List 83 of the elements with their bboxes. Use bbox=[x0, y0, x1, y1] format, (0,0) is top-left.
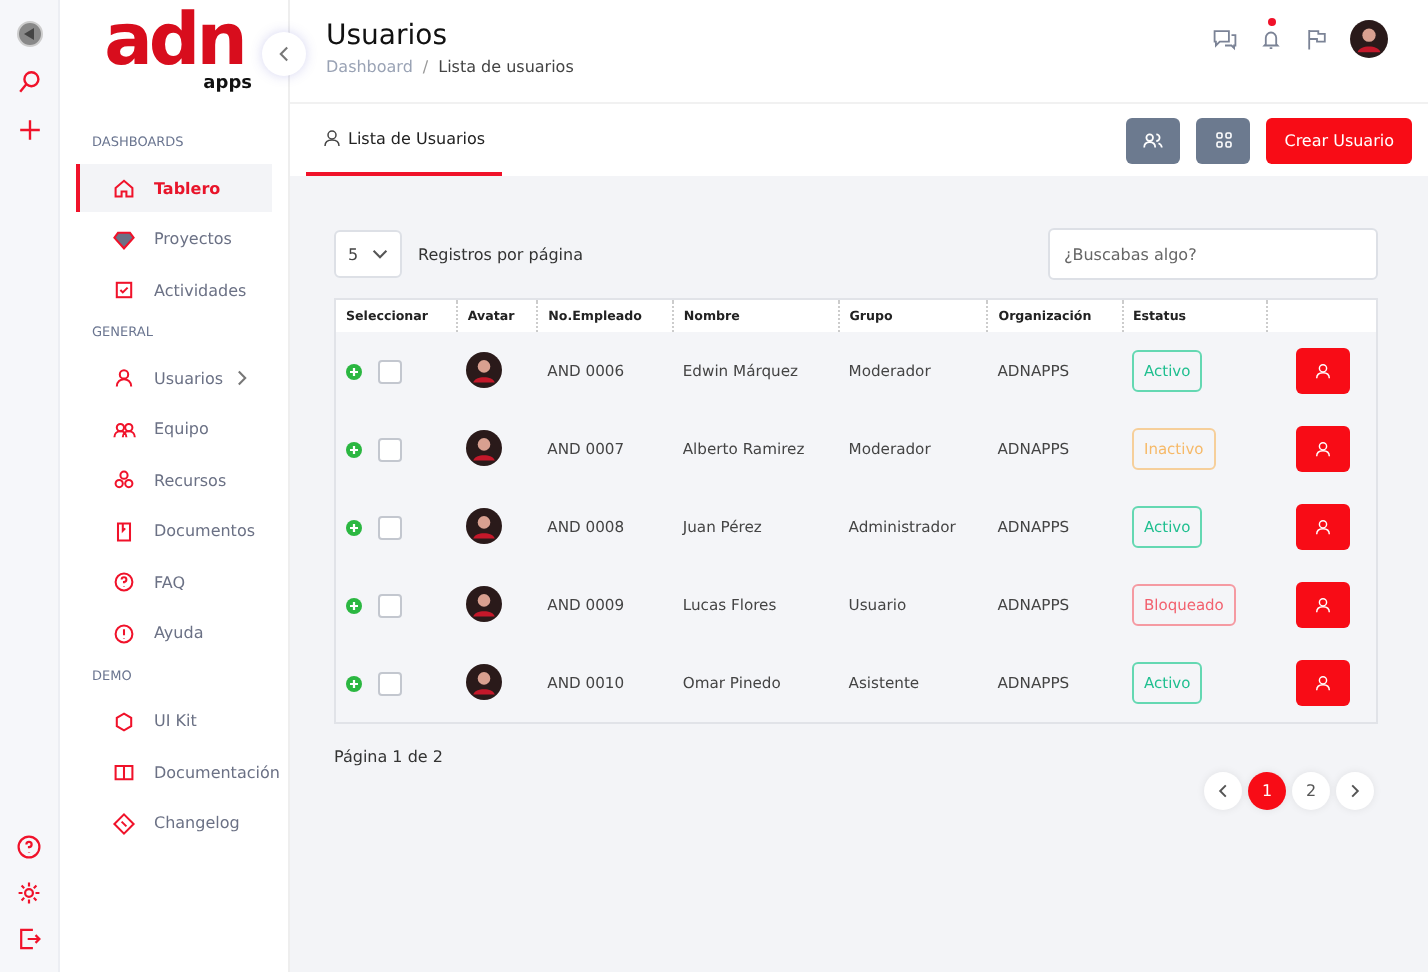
sidebar-item[interactable]: Ayuda bbox=[76, 609, 272, 657]
user-action-button[interactable] bbox=[1295, 348, 1349, 394]
page-size-label: Registros por página bbox=[418, 245, 584, 263]
sidebar-item[interactable]: UI Kit bbox=[76, 697, 272, 745]
book-icon bbox=[112, 760, 136, 784]
diamond-icon bbox=[112, 811, 136, 835]
sidebar-item[interactable]: Recursos bbox=[76, 456, 272, 504]
page-info: Página 1 de 2 bbox=[334, 748, 445, 766]
sidebar-item[interactable]: Actividades bbox=[76, 266, 272, 314]
gem-icon bbox=[112, 227, 136, 251]
info-icon bbox=[112, 621, 136, 645]
flag-icon[interactable] bbox=[1304, 26, 1330, 52]
chat-icon[interactable] bbox=[1212, 26, 1238, 52]
tab[interactable]: Lista de Usuarios bbox=[306, 104, 502, 176]
row-checkbox[interactable] bbox=[378, 515, 402, 539]
user-action-button[interactable] bbox=[1295, 504, 1349, 550]
users-icon bbox=[1142, 129, 1165, 151]
plus-icon[interactable] bbox=[15, 116, 43, 144]
caret-icon bbox=[372, 246, 388, 262]
settings-icon[interactable] bbox=[16, 880, 42, 906]
chevron-left-icon bbox=[276, 46, 292, 62]
next-page-button[interactable] bbox=[1336, 772, 1374, 810]
sidebar-item[interactable]: Tablero bbox=[76, 164, 272, 212]
user-avatar bbox=[466, 507, 503, 543]
user-avatar bbox=[466, 663, 503, 699]
logo-subtext: apps bbox=[203, 76, 252, 94]
chevron-left-icon bbox=[1216, 784, 1230, 798]
user-icon bbox=[112, 366, 136, 390]
page-title: Usuarios bbox=[326, 20, 449, 52]
sidebar-item[interactable]: Usuarios bbox=[76, 354, 272, 402]
user-icon bbox=[1313, 674, 1331, 692]
expand-icon[interactable] bbox=[346, 441, 362, 457]
row-checkbox[interactable] bbox=[378, 359, 402, 383]
user-icon bbox=[1313, 362, 1331, 380]
avatar[interactable] bbox=[1350, 20, 1388, 58]
breadcrumb-current: Lista de usuarios bbox=[438, 58, 574, 76]
create-user-button[interactable]: Crear Usuario bbox=[1266, 117, 1412, 163]
home-icon bbox=[112, 176, 136, 200]
user-icon bbox=[1313, 596, 1331, 614]
sidebar-item[interactable]: Changelog bbox=[76, 799, 272, 847]
user-icon bbox=[1313, 440, 1331, 458]
user-icon bbox=[1313, 518, 1331, 536]
logout-icon[interactable] bbox=[16, 926, 42, 952]
page-size-select[interactable]: 5 bbox=[334, 230, 402, 278]
previous-page-button[interactable] bbox=[1204, 772, 1242, 810]
user-avatar bbox=[466, 429, 503, 465]
help-icon[interactable] bbox=[16, 834, 42, 860]
boxes-icon bbox=[112, 468, 136, 492]
expand-icon[interactable] bbox=[346, 675, 362, 691]
grid-button[interactable] bbox=[1196, 117, 1251, 163]
sidebar-item[interactable]: Documentos bbox=[76, 507, 272, 555]
user-action-button[interactable] bbox=[1295, 660, 1349, 706]
expand-icon[interactable] bbox=[346, 519, 362, 535]
row-checkbox[interactable] bbox=[378, 671, 402, 695]
user-action-button[interactable] bbox=[1295, 582, 1349, 628]
search-field[interactable]: ¿Buscabas algo? bbox=[1048, 228, 1378, 280]
row-checkbox[interactable] bbox=[378, 437, 402, 461]
logo-text: adn bbox=[104, 8, 244, 76]
profile-icon[interactable] bbox=[15, 20, 43, 48]
chevron-right-icon bbox=[1348, 784, 1362, 798]
search-icon[interactable] bbox=[15, 68, 43, 96]
expand-icon[interactable] bbox=[346, 363, 362, 379]
user-action-button[interactable] bbox=[1295, 426, 1349, 472]
user-avatar bbox=[466, 351, 503, 387]
user-icon bbox=[322, 128, 342, 148]
row-checkbox[interactable] bbox=[378, 593, 402, 617]
hex-icon bbox=[112, 709, 136, 733]
sidebar-item[interactable]: FAQ bbox=[76, 558, 272, 606]
page-button[interactable]: 2 bbox=[1292, 772, 1330, 810]
bell-icon[interactable] bbox=[1258, 26, 1284, 52]
page-button[interactable]: 1 bbox=[1248, 772, 1286, 810]
grid-icon bbox=[1213, 130, 1234, 150]
sidebar-item[interactable]: Proyectos bbox=[76, 215, 272, 263]
users-icon bbox=[112, 417, 136, 441]
user-avatar bbox=[466, 585, 503, 621]
question-icon bbox=[112, 570, 136, 594]
breadcrumb-separator: / bbox=[422, 58, 429, 76]
sidebar-item[interactable]: Equipo bbox=[76, 405, 272, 453]
users-button[interactable] bbox=[1126, 117, 1181, 163]
breadcrumb-link[interactable]: Dashboard bbox=[326, 58, 413, 76]
check-icon bbox=[112, 278, 136, 302]
expand-icon[interactable] bbox=[346, 597, 362, 613]
doc-icon bbox=[112, 519, 136, 543]
